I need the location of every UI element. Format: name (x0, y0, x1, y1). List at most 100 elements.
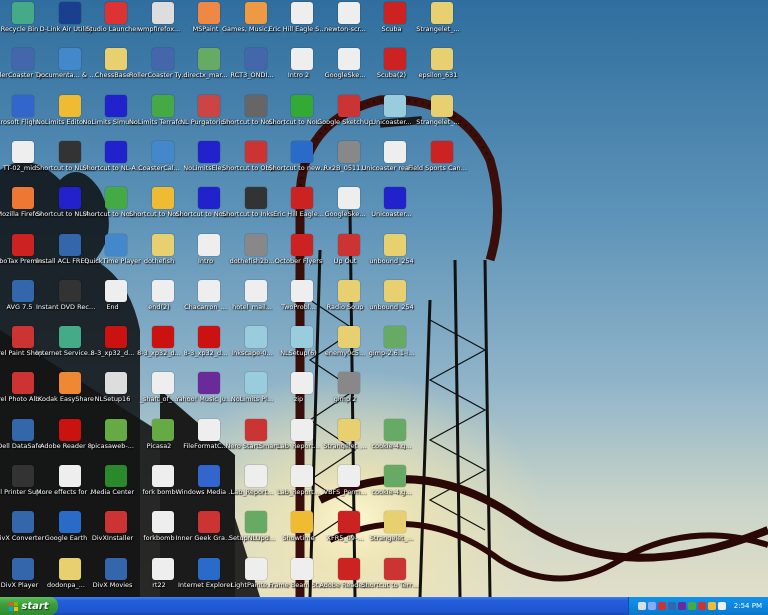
desktop-icon[interactable]: NLSetup16 (93, 372, 139, 418)
desktop-icon[interactable]: Strangelet_... (323, 418, 372, 465)
desktop-icon[interactable]: Unicoaster... (371, 187, 418, 233)
desktop-icon[interactable]: Strangelet_... (370, 511, 418, 557)
desktop-icon[interactable]: FileFormatC... (183, 418, 232, 465)
desktop-icon[interactable]: RollerCoaster Tycoon® 3 (129, 48, 189, 94)
desktop-icon[interactable]: Internet Service Offers (36, 326, 96, 372)
desktop-icon[interactable]: directx_mar... (183, 48, 232, 94)
desktop-icon[interactable]: gimp-2.6.1-i... (369, 326, 418, 372)
desktop-icon[interactable]: Shortcut to NoLimitsSim... (176, 187, 236, 233)
desktop-icon[interactable]: Shortcut to NL-Autofish... (36, 187, 96, 233)
desktop-icon[interactable]: fork bomb (140, 465, 186, 511)
desktop-icon[interactable]: Eric Hill Eagle Service Pr... (269, 2, 329, 48)
desktop-icon[interactable]: Shortcut to NoLimitsTer... (83, 187, 143, 233)
desktop-icon[interactable]: TT-02_mid (0, 140, 46, 187)
desktop-icon[interactable]: XFR5_09-... (326, 511, 372, 557)
desktop-icon[interactable]: Mozilla Firefox (0, 187, 46, 233)
desktop-icon[interactable]: QuickTime Player (84, 233, 141, 280)
desktop-icon[interactable]: Unicoaster readme (362, 140, 422, 187)
desktop-icon[interactable]: Install ACL FREE Trial (36, 233, 96, 280)
desktop[interactable]: Recycle Bin D-Link Air Utility Studio Laun… (0, 0, 768, 597)
desktop-icon[interactable]: Dell Printer Supplies ... (0, 465, 50, 511)
desktop-icon[interactable]: NoLimits Simulator 1.6 (83, 94, 143, 141)
desktop-icon[interactable]: Radio Soup (326, 279, 372, 326)
desktop-icon[interactable]: D-Link Air Utility (40, 2, 93, 48)
desktop-icon[interactable]: _shaft_of_... (140, 372, 186, 418)
desktop-icon[interactable]: DivXInstaller (92, 511, 139, 557)
desktop-icon[interactable]: zip (279, 372, 325, 418)
desktop-icon[interactable]: TwoProbl... (279, 279, 325, 326)
desktop-icon[interactable]: Shortcut to ObjectCreator (222, 140, 282, 187)
desktop-icon[interactable]: Strangelet_... (416, 94, 465, 141)
desktop-icon[interactable]: dothefish (140, 233, 186, 280)
desktop-icon[interactable]: Lab_Report... (277, 418, 325, 465)
desktop-icon[interactable]: Windows Media Player (176, 465, 236, 511)
desktop-icon[interactable]: NoLimits Terrafor... (129, 94, 189, 141)
desktop-icon[interactable]: NL Purgatorium (180, 94, 232, 141)
desktop-icon[interactable]: Studio Launcher (86, 2, 139, 48)
desktop-icon[interactable]: end(2) (140, 279, 186, 326)
desktop-icon[interactable]: RollerCoaster Tycoon® 3 (0, 48, 50, 94)
desktop-icon[interactable]: Eric Hill Eagle... (273, 187, 325, 233)
desktop-icon[interactable]: Chacarron_... (184, 279, 232, 326)
desktop-icon[interactable]: Yahoo! Music Jukebox (176, 372, 236, 418)
desktop-icon[interactable]: DivX Converter (0, 511, 46, 557)
desktop-icon[interactable]: 8-3_xp32_d... (91, 326, 139, 372)
desktop-icon[interactable]: Scuba (372, 2, 418, 48)
desktop-icon[interactable]: Kodak EasyShare (38, 372, 94, 418)
desktop-icon[interactable]: Nero StartSmart (226, 418, 279, 465)
desktop-icon[interactable]: newton-scr... (324, 2, 372, 48)
desktop-icon[interactable]: forkbomb (140, 511, 186, 557)
volume-icon[interactable] (647, 602, 656, 610)
desktop-icon[interactable]: Instant DVD Recorder (36, 279, 96, 326)
desktop-icon[interactable]: More effects for your video (36, 465, 96, 511)
desktop-icon[interactable]: Lab_Report... (277, 465, 325, 511)
desktop-icon[interactable]: GoogleSke... (325, 48, 372, 94)
safely-remove-icon[interactable] (687, 602, 696, 610)
desktop-icon[interactable]: Shortcut to NL-AHG ve... (36, 140, 96, 187)
avg-tray-icon[interactable] (657, 602, 666, 610)
desktop-icon[interactable]: Picasa2 (140, 418, 186, 465)
desktop-icon[interactable]: Intro 2 (279, 48, 325, 94)
desktop-icon[interactable]: Inkscape-0... (231, 326, 279, 372)
security-icon[interactable] (697, 602, 706, 610)
desktop-icon[interactable]: NoLimits Pl... (231, 372, 279, 418)
dell-tray-icon[interactable] (667, 602, 676, 610)
desktop-icon[interactable]: Shortcut to NoLimitsEditor (129, 187, 189, 233)
desktop-icon[interactable]: Lab_Report... (231, 465, 279, 511)
desktop-icon[interactable]: Showtime (279, 511, 325, 557)
desktop-icon[interactable]: Documenta... & Support (36, 48, 96, 94)
desktop-icon[interactable]: Recycle Bin (0, 2, 46, 48)
desktop-icon[interactable]: NoLimits Editor 1.6 (36, 94, 96, 141)
desktop-icon[interactable]: GoogleSke... (325, 187, 372, 233)
desktop-icon[interactable]: Up Out (326, 233, 372, 280)
desktop-icon[interactable]: Shortcut to Inkscape (222, 187, 282, 233)
desktop-icon[interactable]: NoLimitsEle... (183, 140, 232, 187)
desktop-icon[interactable]: VBFS_Perm... (324, 465, 372, 511)
desktop-icon[interactable]: End (93, 279, 139, 326)
desktop-icon[interactable]: dothefish2b... (230, 233, 279, 280)
desktop-icon[interactable]: epsilon_631 (419, 48, 465, 94)
desktop-icon[interactable]: AVG 7.5 (0, 279, 46, 326)
desktop-icon[interactable]: NLSetup(6) (279, 326, 325, 372)
desktop-icon[interactable]: Google SketchUp (317, 94, 373, 141)
desktop-icon[interactable]: Shortcut to NoLimitsCon... (222, 94, 282, 141)
desktop-icon[interactable]: Unicoaster... (371, 94, 418, 141)
desktop-icon[interactable]: enemy0c5... (325, 326, 372, 372)
yahoo-tray-icon[interactable] (677, 602, 686, 610)
desktop-icon[interactable]: Strangelet_... (416, 2, 465, 48)
desktop-icon[interactable]: picasaweb-... (91, 418, 139, 465)
desktop-icon[interactable]: wmpfirefox... (138, 2, 186, 48)
desktop-icon[interactable]: Intro (186, 233, 232, 280)
desktop-icon[interactable]: unbound_254 (369, 233, 418, 280)
desktop-icon[interactable]: 8-3_xp32_d... (184, 326, 232, 372)
desktop-icon[interactable]: Scuba(2) (372, 48, 418, 94)
desktop-icon[interactable]: Media Center (91, 465, 139, 511)
desktop-icon[interactable]: cookie-4.g... (372, 465, 418, 511)
desktop-icon[interactable]: ChessBase (93, 48, 139, 94)
desktop-icon[interactable]: Google Earth (45, 511, 93, 557)
desktop-icon[interactable]: TurboTax Premier 2007 (0, 233, 50, 280)
desktop-icon[interactable]: MSPaint (186, 2, 232, 48)
desktop-icon[interactable]: Shortcut to NL-AHG Usa... (83, 140, 143, 187)
desktop-icon[interactable]: Shortcut to newton (269, 140, 329, 187)
desktop-icon[interactable]: RCT3_ONDI... (230, 48, 279, 94)
